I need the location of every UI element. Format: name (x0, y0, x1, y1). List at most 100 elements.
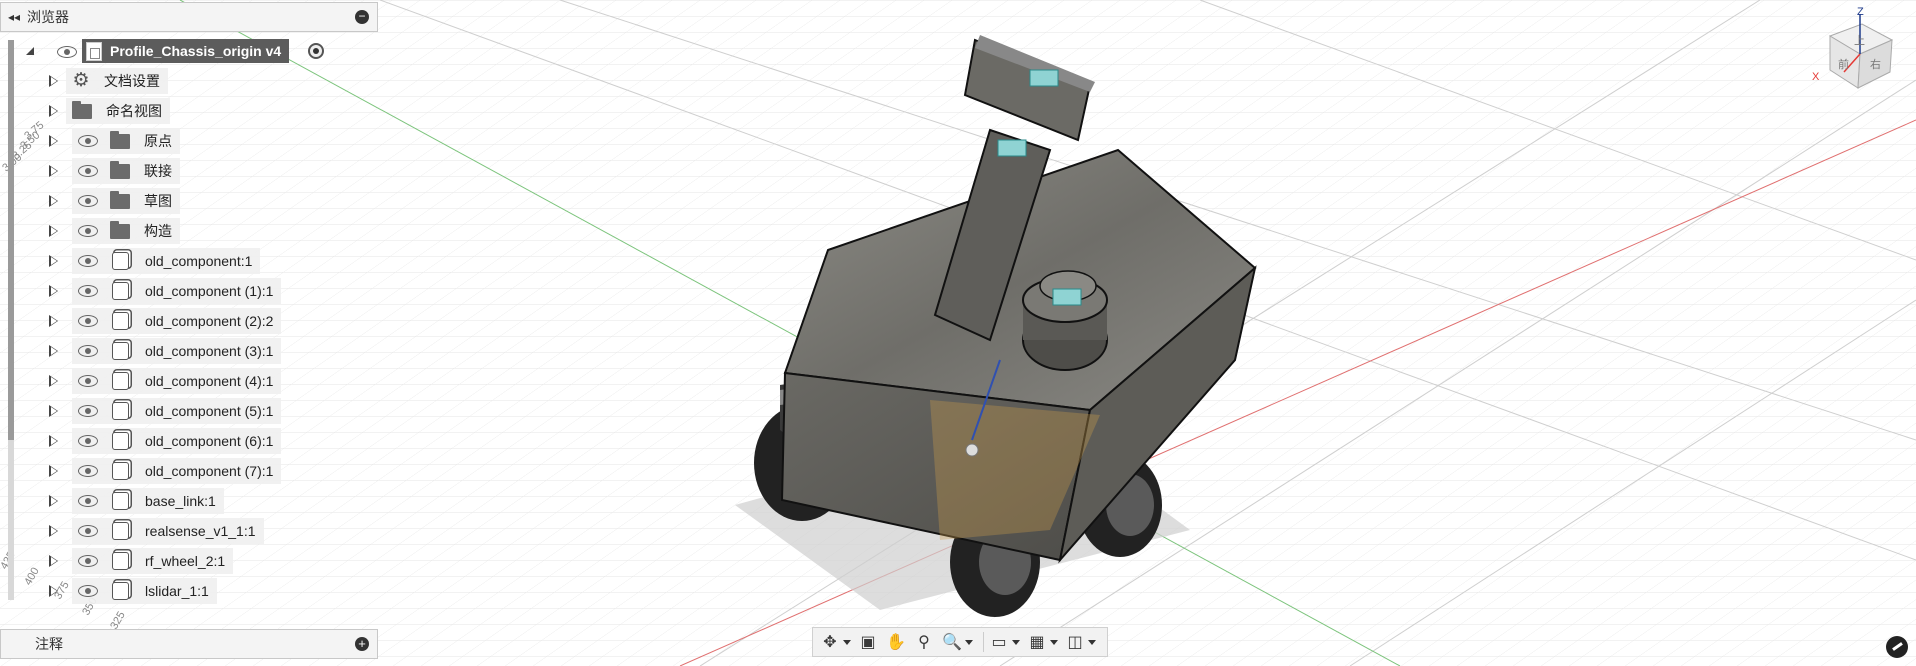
feedback-icon[interactable] (1886, 636, 1908, 658)
tree-item-body[interactable]: 草图 (72, 188, 180, 214)
zoom-tool[interactable]: ⚲ (913, 630, 935, 654)
expand-triangle-icon[interactable] (49, 165, 58, 177)
expand-triangle-icon[interactable] (49, 435, 58, 447)
root-component[interactable]: Profile_Chassis_origin v4 (82, 39, 290, 63)
tree-item-body[interactable]: old_component (7):1 (72, 458, 282, 484)
visibility-eye-icon[interactable] (78, 405, 98, 417)
tree-item-body[interactable]: old_component (5):1 (72, 398, 282, 424)
expand-triangle-icon[interactable] (49, 225, 58, 237)
tree-item[interactable]: old_component (7):1 (0, 456, 378, 486)
expand-triangle-icon[interactable] (49, 315, 58, 327)
activate-radio-icon[interactable] (308, 43, 324, 59)
dropdown-caret-icon[interactable] (1088, 639, 1096, 645)
tree-item[interactable]: old_component (1):1 (0, 276, 378, 306)
dropdown-caret-icon[interactable] (965, 639, 973, 645)
tree-item[interactable]: rf_wheel_2:1 (0, 546, 378, 576)
tree-item-body[interactable]: 联接 (72, 158, 180, 184)
tree-item-body[interactable]: 命名视图 (66, 98, 170, 124)
tree-item-body[interactable]: old_component (4):1 (72, 368, 282, 394)
expand-triangle-icon[interactable] (49, 285, 58, 297)
visibility-eye-icon[interactable] (78, 375, 98, 387)
collapse-triangle-icon[interactable] (26, 47, 34, 55)
tree-item-body[interactable]: rf_wheel_2:1 (72, 548, 234, 574)
tree-item-body[interactable]: 原点 (72, 128, 180, 154)
tree-item-body[interactable]: 构造 (72, 218, 180, 244)
tree-item[interactable]: 草图 (0, 186, 378, 216)
display-settings-tool[interactable]: ▭ (988, 630, 1020, 654)
expand-triangle-icon[interactable] (49, 75, 58, 87)
tree-item-body[interactable]: old_component (6):1 (72, 428, 282, 454)
expand-triangle-icon[interactable] (49, 135, 58, 147)
minimize-panel-icon[interactable]: − (355, 10, 369, 24)
expand-triangle-icon[interactable] (49, 255, 58, 267)
visibility-eye-icon[interactable] (78, 315, 98, 327)
expand-triangle-icon[interactable] (49, 585, 58, 597)
tree-item-body[interactable]: lslidar_1:1 (72, 578, 217, 604)
expand-triangle-icon[interactable] (49, 525, 58, 537)
tree-item[interactable]: lslidar_1:1 (0, 576, 378, 606)
expand-triangle-icon[interactable] (49, 555, 58, 567)
view-cube-z-label: Z (1857, 6, 1864, 18)
tree-item-body[interactable]: realsense_v1_1:1 (72, 518, 264, 544)
expand-triangle-icon[interactable] (49, 375, 58, 387)
visibility-eye-icon[interactable] (78, 285, 98, 297)
tree-item[interactable]: old_component (6):1 (0, 426, 378, 456)
tree-item[interactable]: old_component (5):1 (0, 396, 378, 426)
visibility-eye-icon[interactable] (78, 585, 98, 597)
collapse-panel-icon[interactable]: ◂◂ (1, 10, 27, 24)
tree-item-body[interactable]: old_component (1):1 (72, 278, 282, 304)
dropdown-caret-icon[interactable] (1012, 639, 1020, 645)
tree-item-body[interactable]: old_component:1 (72, 248, 261, 274)
pan-tool[interactable]: ✋ (885, 630, 907, 654)
tree-item[interactable]: base_link:1 (0, 486, 378, 516)
tree-item[interactable]: 原点 (0, 126, 378, 156)
tree-item[interactable]: old_component:1 (0, 246, 378, 276)
tree-item[interactable]: old_component (3):1 (0, 336, 378, 366)
visibility-eye-icon[interactable] (78, 225, 98, 237)
tree-item-body[interactable]: base_link:1 (72, 488, 224, 514)
tree-item-body[interactable]: ⚙ 文档设置 (66, 68, 168, 94)
grid-settings-tool[interactable]: ▦ (1026, 630, 1058, 654)
expand-triangle-icon[interactable] (49, 405, 58, 417)
visibility-eye-icon[interactable] (78, 495, 98, 507)
tree-item[interactable]: old_component (2):2 (0, 306, 378, 336)
visibility-eye-icon[interactable] (78, 435, 98, 447)
view-cube[interactable]: X Z 上 前 右 (1800, 6, 1900, 106)
tree-root[interactable]: Profile_Chassis_origin v4 (0, 36, 378, 66)
tree-item[interactable]: old_component (4):1 (0, 366, 378, 396)
visibility-eye-icon[interactable] (78, 345, 98, 357)
notes-panel-header[interactable]: 注释 + (0, 629, 378, 659)
expand-notes-icon[interactable]: + (355, 637, 369, 651)
tree-item-label: old_component:1 (145, 253, 253, 269)
dropdown-caret-icon[interactable] (843, 639, 851, 645)
tree-item[interactable]: 命名视图 (0, 96, 378, 126)
visibility-eye-icon[interactable] (78, 165, 98, 177)
visibility-eye-icon[interactable] (78, 465, 98, 477)
dropdown-caret-icon[interactable] (1050, 639, 1058, 645)
tree-item[interactable]: 联接 (0, 156, 378, 186)
expand-triangle-icon[interactable] (49, 345, 58, 357)
visibility-eye-icon[interactable] (57, 46, 77, 58)
tree-item-label: old_component (1):1 (145, 283, 274, 299)
view-cube-top-face[interactable]: 上 (1854, 34, 1865, 47)
tree-item[interactable]: ⚙ 文档设置 (0, 66, 378, 96)
look-at-tool[interactable]: ▣ (857, 630, 879, 654)
tree-item[interactable]: realsense_v1_1:1 (0, 516, 378, 546)
viewports-tool[interactable]: ◫ (1064, 630, 1096, 654)
visibility-eye-icon[interactable] (78, 525, 98, 537)
view-cube-front-face[interactable]: 前 (1838, 57, 1849, 71)
expand-triangle-icon[interactable] (49, 195, 58, 207)
visibility-eye-icon[interactable] (78, 555, 98, 567)
tree-item[interactable]: 构造 (0, 216, 378, 246)
fit-tool[interactable]: 🔍 (941, 630, 973, 654)
visibility-eye-icon[interactable] (78, 255, 98, 267)
visibility-eye-icon[interactable] (78, 195, 98, 207)
visibility-eye-icon[interactable] (78, 135, 98, 147)
expand-triangle-icon[interactable] (49, 465, 58, 477)
tree-item-body[interactable]: old_component (2):2 (72, 308, 282, 334)
tree-item-body[interactable]: old_component (3):1 (72, 338, 282, 364)
orbit-tool[interactable]: ✥ (819, 630, 851, 654)
expand-triangle-icon[interactable] (49, 105, 58, 117)
view-cube-right-face[interactable]: 右 (1870, 57, 1881, 71)
expand-triangle-icon[interactable] (49, 495, 58, 507)
